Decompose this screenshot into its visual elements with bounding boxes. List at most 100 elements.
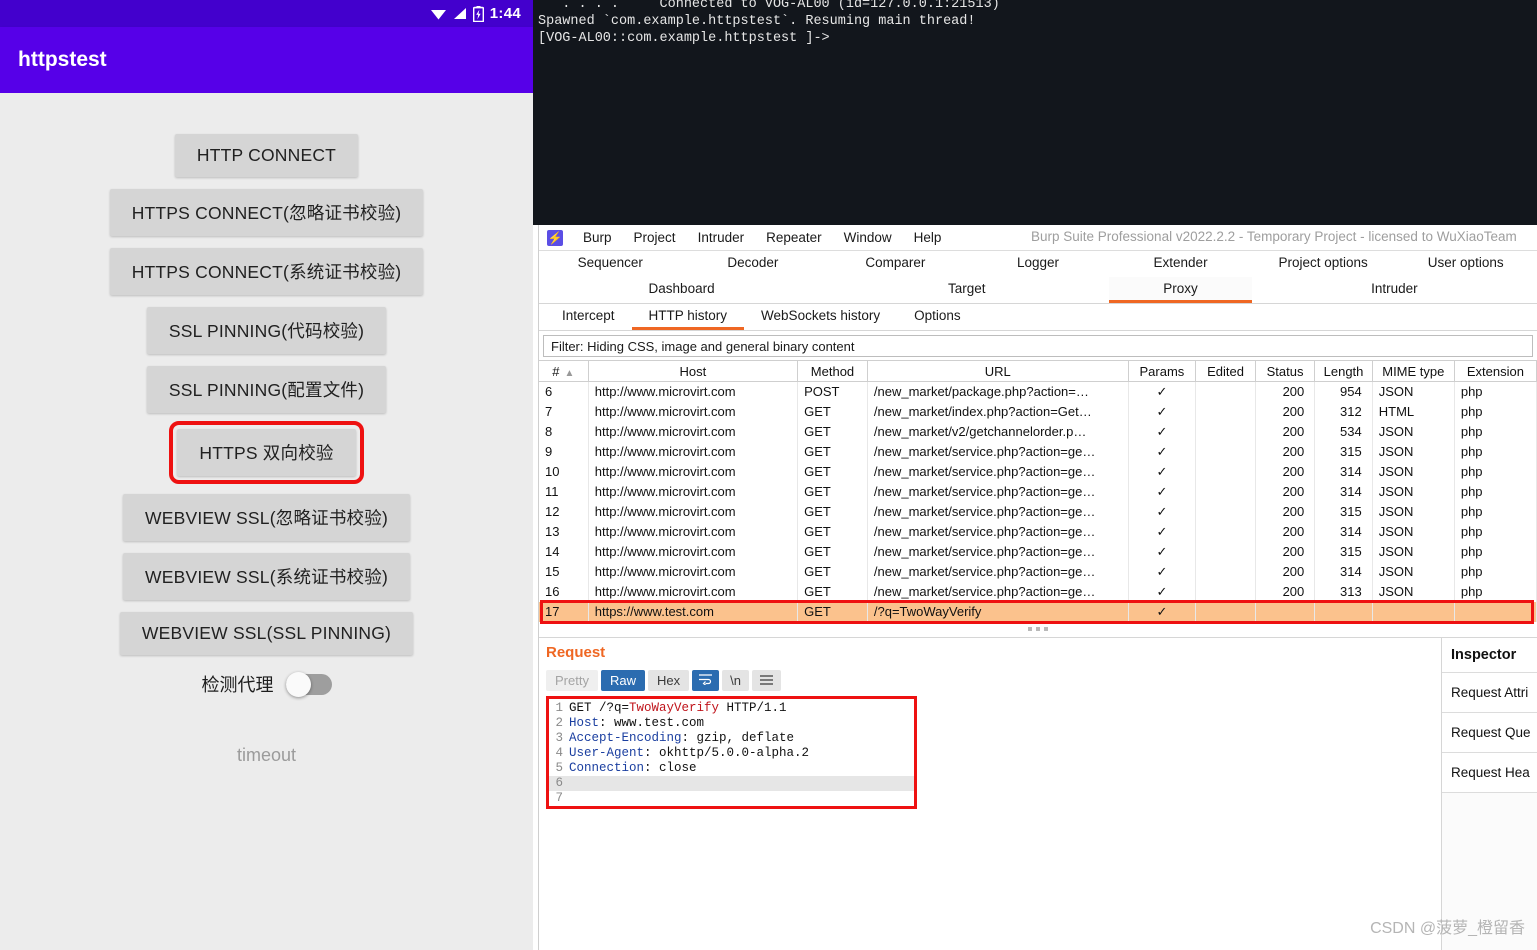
- menu-burp[interactable]: Burp: [572, 227, 623, 248]
- row-cell-url: /new_market/service.php?action=ge…: [867, 441, 1129, 462]
- button-webview-ssl-ignore-cert[interactable]: WEBVIEW SSL(忽略证书校验): [123, 494, 410, 541]
- row-cell-num: 17: [539, 601, 589, 622]
- table-row[interactable]: 9 http://www.microvirt.com GET/new_market/…: [539, 441, 1537, 462]
- battery-charging-icon: [472, 5, 484, 22]
- row-cell-params: ✓: [1128, 561, 1197, 582]
- button-https-two-way-verify[interactable]: HTTPS 双向校验: [169, 421, 364, 484]
- tab-user-options[interactable]: User options: [1394, 251, 1537, 277]
- burp-menu-bar: ⚡ Burp Project Intruder Repeater Window …: [539, 225, 1537, 251]
- word-wrap-icon[interactable]: [692, 669, 720, 691]
- request-code-line: 4 User-Agent: okhttp/5.0.0-alpha.2: [549, 746, 914, 761]
- table-row[interactable]: 8 http://www.microvirt.com GET/new_market/…: [539, 421, 1537, 442]
- tab-logger[interactable]: Logger: [967, 251, 1110, 277]
- col-header-length[interactable]: Length: [1314, 360, 1373, 382]
- table-row[interactable]: 17 https://www.test.com GET/?q=TwoWayVerif…: [539, 601, 1537, 622]
- subtab-options[interactable]: Options: [897, 304, 978, 330]
- table-row[interactable]: 6 http://www.microvirt.com POST/new_market…: [539, 381, 1537, 402]
- frida-terminal[interactable]: . . . . Connected to VOG-AL00 (id=127.0.…: [533, 0, 1537, 225]
- row-cell-url: /new_market/service.php?action=ge…: [867, 581, 1129, 602]
- tab-extender[interactable]: Extender: [1109, 251, 1252, 277]
- tab-proxy[interactable]: Proxy: [1109, 277, 1252, 303]
- status-bar-clock: 1:44: [489, 5, 521, 22]
- row-cell-host: http://www.microvirt.com: [588, 581, 799, 602]
- row-cell-method: POST: [797, 381, 868, 402]
- col-header-method[interactable]: Method: [797, 360, 868, 382]
- tab-sequencer[interactable]: Sequencer: [539, 251, 682, 277]
- splitter-dot: [1036, 627, 1040, 631]
- table-row[interactable]: 11 http://www.microvirt.com GET/new_market…: [539, 481, 1537, 502]
- splitter-dot: [1044, 627, 1048, 631]
- button-http-connect[interactable]: HTTP CONNECT: [174, 134, 359, 177]
- col-header-edited[interactable]: Edited: [1195, 360, 1256, 382]
- row-cell-extension: php: [1454, 521, 1537, 542]
- row-cell-edited: [1195, 561, 1256, 582]
- filter-bar[interactable]: Filter: Hiding CSS, image and general bi…: [543, 335, 1533, 357]
- tab-decoder[interactable]: Decoder: [682, 251, 825, 277]
- col-header-num[interactable]: # ▲: [539, 360, 589, 382]
- button-https-connect-system-cert[interactable]: HTTPS CONNECT(系统证书校验): [109, 248, 424, 295]
- tab-project-options[interactable]: Project options: [1252, 251, 1395, 277]
- request-menu-icon[interactable]: [751, 669, 781, 691]
- row-cell-edited: [1195, 481, 1256, 502]
- col-header-host[interactable]: Host: [588, 360, 799, 382]
- tab-dashboard[interactable]: Dashboard: [539, 277, 824, 303]
- android-app-content: HTTP CONNECT HTTPS CONNECT(忽略证书校验) HTTPS…: [0, 93, 533, 893]
- request-view-hex[interactable]: Hex: [647, 669, 690, 691]
- inspector-section-request-attributes[interactable]: Request Attri: [1442, 673, 1537, 713]
- inspector-section-request-query[interactable]: Request Que: [1442, 713, 1537, 753]
- table-row[interactable]: 13 http://www.microvirt.com GET/new_market…: [539, 521, 1537, 542]
- request-view-pretty[interactable]: Pretty: [546, 669, 598, 691]
- subtab-http-history[interactable]: HTTP history: [631, 304, 745, 330]
- request-raw-editor[interactable]: 1 GET /?q=TwoWayVerify HTTP/1.1 2 Host: www…: [546, 695, 917, 809]
- col-header-extension[interactable]: Extension: [1454, 360, 1537, 382]
- row-cell-method: GET: [797, 501, 868, 522]
- tab-comparer[interactable]: Comparer: [824, 251, 967, 277]
- button-webview-ssl-system-cert[interactable]: WEBVIEW SSL(系统证书校验): [123, 553, 410, 600]
- button-ssl-pinning-code[interactable]: SSL PINNING(代码校验): [146, 307, 387, 354]
- menu-window[interactable]: Window: [833, 227, 903, 248]
- table-row[interactable]: 15 http://www.microvirt.com GET/new_market…: [539, 561, 1537, 582]
- terminal-line: Spawned `com.example.httpstest`. Resumin…: [538, 14, 976, 29]
- col-header-params[interactable]: Params: [1128, 360, 1197, 382]
- menu-repeater[interactable]: Repeater: [755, 227, 833, 248]
- request-code-line: 3 Accept-Encoding: gzip, deflate: [549, 731, 914, 746]
- table-row[interactable]: 10 http://www.microvirt.com GET/new_market…: [539, 461, 1537, 482]
- horizontal-splitter[interactable]: [539, 621, 1537, 637]
- subtab-websockets-history[interactable]: WebSockets history: [744, 304, 897, 330]
- row-cell-status: 200: [1255, 421, 1316, 442]
- tab-target[interactable]: Target: [824, 277, 1109, 303]
- table-row[interactable]: 7 http://www.microvirt.com GET/new_market/…: [539, 401, 1537, 422]
- button-ssl-pinning-config[interactable]: SSL PINNING(配置文件): [146, 366, 387, 413]
- request-view-raw[interactable]: Raw: [600, 669, 645, 691]
- row-cell-params: ✓: [1128, 461, 1197, 482]
- tab-intruder[interactable]: Intruder: [1252, 277, 1537, 303]
- android-bottom-spacer: [0, 893, 533, 950]
- show-newlines-button[interactable]: \n: [722, 669, 749, 691]
- row-cell-length: 315: [1314, 441, 1373, 462]
- android-emulator-panel: 1:44 httpstest HTTP CONNECT HTTPS CONNEC…: [0, 0, 533, 950]
- row-cell-params: ✓: [1128, 541, 1197, 562]
- subtab-intercept[interactable]: Intercept: [545, 304, 632, 330]
- row-cell-extension: php: [1454, 401, 1537, 422]
- menu-project[interactable]: Project: [623, 227, 687, 248]
- row-cell-num: 14: [539, 541, 589, 562]
- proxy-detection-switch[interactable]: [285, 671, 332, 697]
- request-code-line: 5 Connection: close: [549, 761, 914, 776]
- row-cell-url: /new_market/service.php?action=ge…: [867, 461, 1129, 482]
- button-https-connect-ignore-cert[interactable]: HTTPS CONNECT(忽略证书校验): [109, 189, 424, 236]
- request-code-lines: 1 GET /?q=TwoWayVerify HTTP/1.1 2 Host: www…: [549, 701, 914, 806]
- col-header-mime[interactable]: MIME type: [1372, 360, 1455, 382]
- col-header-url[interactable]: URL: [867, 360, 1129, 382]
- row-cell-length: 314: [1314, 461, 1373, 482]
- menu-help[interactable]: Help: [903, 227, 953, 248]
- row-cell-status: [1255, 601, 1316, 622]
- menu-intruder[interactable]: Intruder: [687, 227, 756, 248]
- line-text: GET /?q=TwoWayVerify HTTP/1.1: [569, 700, 787, 715]
- table-row[interactable]: 14 http://www.microvirt.com GET/new_market…: [539, 541, 1537, 562]
- table-row[interactable]: 12 http://www.microvirt.com GET/new_market…: [539, 501, 1537, 522]
- button-webview-ssl-pinning[interactable]: WEBVIEW SSL(SSL PINNING): [119, 612, 414, 655]
- row-cell-extension: php: [1454, 541, 1537, 562]
- col-header-status[interactable]: Status: [1255, 360, 1316, 382]
- inspector-section-request-headers[interactable]: Request Hea: [1442, 753, 1537, 793]
- table-row[interactable]: 16 http://www.microvirt.com GET/new_market…: [539, 581, 1537, 602]
